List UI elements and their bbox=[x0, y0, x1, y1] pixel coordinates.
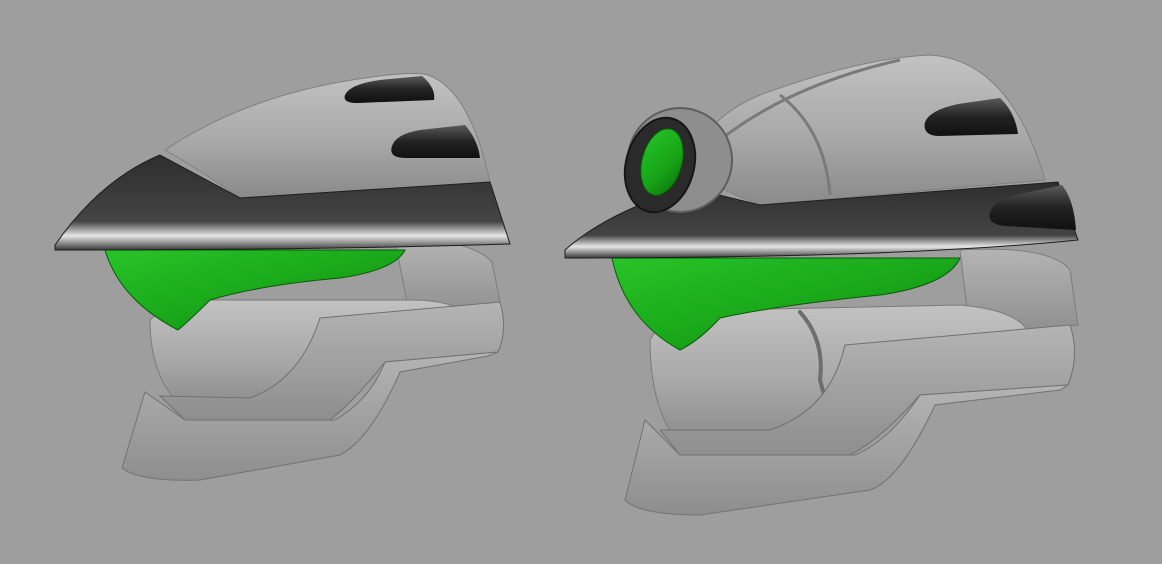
render-scene bbox=[0, 0, 1162, 564]
helmets-render bbox=[54, 54, 1079, 516]
helmet-left bbox=[54, 73, 511, 481]
helmet-right bbox=[564, 54, 1079, 516]
